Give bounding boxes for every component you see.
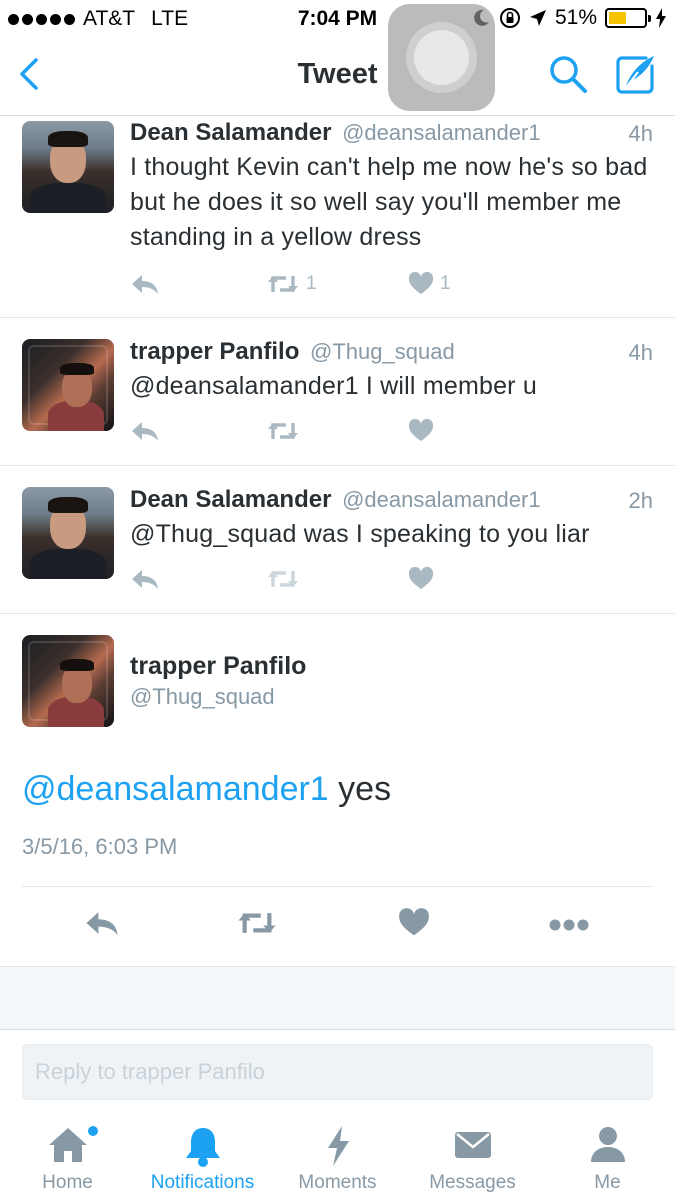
tweet-actions xyxy=(130,567,530,597)
reply-icon xyxy=(132,570,158,589)
tweet-header: Dean Salamander @deansalamander1 xyxy=(130,119,541,147)
tab-moments[interactable]: Moments xyxy=(270,1112,405,1200)
tweet-text: @deansalamander1 I will member u xyxy=(130,372,537,400)
avatar[interactable] xyxy=(22,339,114,431)
tweet-text: @Thug_squad was I speaking to you liar xyxy=(130,520,590,548)
mention-link[interactable]: @deansalamander1 xyxy=(22,770,329,808)
retweet-button[interactable] xyxy=(266,567,300,591)
status-bar: AT&T LTE 7:04 PM 51% xyxy=(0,0,675,40)
retweet-icon xyxy=(268,276,298,292)
tweet-text: @deansalamander1 yes xyxy=(22,770,391,809)
tab-label: Moments xyxy=(298,1172,377,1193)
tweet-body: yes xyxy=(328,770,392,808)
bell-icon xyxy=(185,1128,220,1167)
heart-icon xyxy=(408,419,434,441)
tweet-actions xyxy=(130,419,530,449)
like-button[interactable] xyxy=(408,567,434,591)
retweet-button[interactable] xyxy=(266,419,300,443)
retweet-button[interactable]: 1 xyxy=(266,272,317,296)
tab-label: Messages xyxy=(429,1172,516,1193)
reply-icon xyxy=(86,912,118,935)
tweet-actions: 1 1 xyxy=(130,272,530,302)
assistive-touch-button[interactable] xyxy=(388,4,495,111)
tab-label: Me xyxy=(594,1172,621,1193)
author-handle[interactable]: @Thug_squad xyxy=(130,684,275,710)
like-button[interactable] xyxy=(398,908,430,943)
tweet-timestamp: 2h xyxy=(628,488,653,513)
status-right: 51% xyxy=(471,6,667,30)
retweet-icon xyxy=(268,571,298,587)
retweet-icon xyxy=(268,423,298,439)
avatar[interactable] xyxy=(22,121,114,213)
author-name[interactable]: Dean Salamander xyxy=(130,119,331,146)
battery-icon xyxy=(605,8,651,28)
reply-box[interactable] xyxy=(22,1044,653,1100)
more-icon xyxy=(549,919,589,931)
author-handle[interactable]: @deansalamander1 xyxy=(342,120,540,145)
like-count: 1 xyxy=(440,273,451,294)
search-icon[interactable] xyxy=(546,52,590,96)
tab-messages[interactable]: Messages xyxy=(405,1112,540,1200)
tab-label: Notifications xyxy=(150,1172,255,1193)
avatar[interactable] xyxy=(22,635,114,727)
home-icon xyxy=(48,1128,87,1162)
envelope-icon xyxy=(454,1132,491,1158)
battery-fill xyxy=(609,12,626,24)
tweet-timestamp: 4h xyxy=(628,121,653,146)
tab-me[interactable]: Me xyxy=(540,1112,675,1200)
like-button[interactable] xyxy=(408,419,434,443)
tweet-text: I thought Kevin can't help me now he's s… xyxy=(130,153,648,251)
author-handle[interactable]: @Thug_squad xyxy=(310,339,455,364)
navigation-bar: Tweet xyxy=(0,40,675,116)
retweet-icon xyxy=(238,913,276,933)
more-options-button[interactable] xyxy=(548,918,590,937)
reply-button[interactable] xyxy=(84,908,120,943)
rotation-lock-icon xyxy=(499,8,520,28)
tab-label: Home xyxy=(42,1172,93,1193)
reply-button[interactable] xyxy=(130,567,160,591)
retweet-count: 1 xyxy=(306,273,317,294)
tweet-header: trapper Panfilo @Thug_squad xyxy=(130,338,455,366)
location-arrow-icon xyxy=(529,10,546,26)
tweet-reply[interactable]: trapper Panfilo @Thug_squad 4h @deansala… xyxy=(0,318,675,466)
tab-home[interactable]: Home xyxy=(0,1112,135,1200)
author-name[interactable]: trapper Panfilo xyxy=(130,338,299,365)
tweet-timestamp: 4h xyxy=(628,340,653,365)
conversation-spacer xyxy=(0,966,675,1030)
reply-button[interactable] xyxy=(130,419,160,443)
tweet-header: Dean Salamander @deansalamander1 xyxy=(130,486,541,514)
battery-percent: 51% xyxy=(554,6,597,29)
reply-input[interactable] xyxy=(23,1045,652,1099)
person-icon xyxy=(590,1127,625,1162)
lightning-icon xyxy=(327,1126,349,1166)
reply-button[interactable] xyxy=(130,272,160,296)
author-name[interactable]: trapper Panfilo xyxy=(130,652,306,681)
author-name[interactable]: Dean Salamander xyxy=(130,486,331,513)
divider xyxy=(22,886,653,887)
reply-icon xyxy=(132,422,158,441)
heart-icon xyxy=(408,272,434,294)
charging-bolt-icon xyxy=(656,8,666,28)
assistive-touch-center xyxy=(414,30,469,85)
compose-tweet-icon[interactable] xyxy=(612,52,658,98)
reply-icon xyxy=(132,275,158,294)
heart-icon xyxy=(408,567,434,589)
tab-bar: Home Notifications Moments Messages Me xyxy=(0,1112,675,1200)
tweet-reply[interactable]: Dean Salamander @deansalamander1 4h I th… xyxy=(0,117,675,318)
tweet-date: 3/5/16, 6:03 PM xyxy=(22,834,178,859)
retweet-button[interactable] xyxy=(236,908,278,943)
tab-notifications[interactable]: Notifications xyxy=(135,1112,270,1200)
heart-icon xyxy=(399,908,429,936)
new-content-dot xyxy=(88,1126,98,1136)
tweet-actions xyxy=(0,900,675,954)
avatar[interactable] xyxy=(22,487,114,579)
tweet-reply[interactable]: Dean Salamander @deansalamander1 2h @Thu… xyxy=(0,466,675,614)
like-button[interactable]: 1 xyxy=(408,272,451,296)
author-handle[interactable]: @deansalamander1 xyxy=(342,487,540,512)
